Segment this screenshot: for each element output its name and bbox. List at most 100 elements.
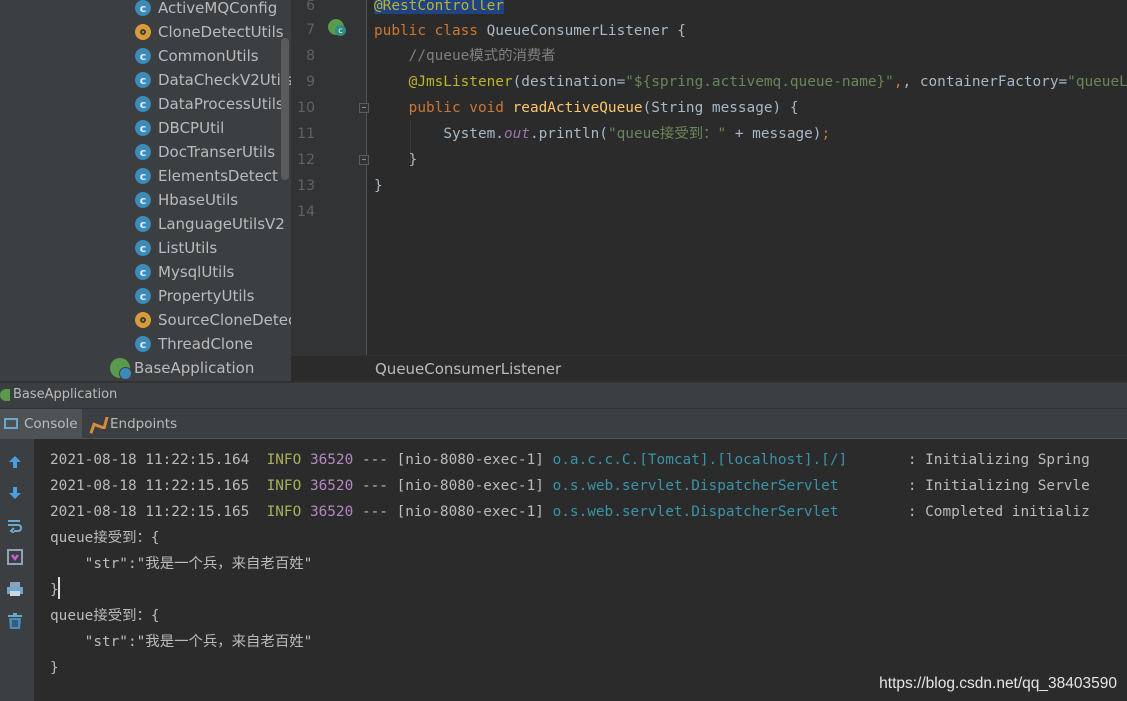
- class-icon: c: [135, 240, 151, 256]
- code-line-8: //queue模式的消费者: [408, 48, 556, 64]
- tree-item[interactable]: c LanguageUtilsV2: [135, 212, 285, 236]
- tree-item-base-application[interactable]: BaseApplication: [110, 356, 254, 380]
- tree-item-label: CommonUtils: [158, 47, 259, 65]
- console-output[interactable]: 2021-08-18 11:22:15.164 INFO 36520 --- […: [34, 439, 1127, 701]
- fold-marker-icon[interactable]: [359, 103, 369, 113]
- log-logger: o.a.c.c.C.[Tomcat].[localhost].[/]: [552, 452, 900, 468]
- console-message-line: "str":"我是一个兵，来自老百姓": [50, 556, 313, 572]
- console-message-line: queue接受到：{: [50, 530, 160, 546]
- soft-wrap-icon: [8, 520, 23, 533]
- class-icon: c: [135, 216, 151, 232]
- tree-item[interactable]: c MysqlUtils: [135, 260, 234, 284]
- tree-item[interactable]: c ListUtils: [135, 236, 217, 260]
- run-config-icon: [0, 389, 10, 401]
- tab-console[interactable]: Console: [0, 409, 82, 438]
- fold-marker-icon[interactable]: [359, 155, 369, 165]
- tree-item-label: CloneDetectUtils: [158, 23, 284, 41]
- tree-item[interactable]: c PropertyUtils: [135, 284, 254, 308]
- editor-gutter: 6 7 8 9 10 11 12 13 14: [291, 0, 369, 355]
- class-icon: c: [135, 72, 151, 88]
- tree-item-label: ListUtils: [158, 239, 218, 257]
- class-icon: c: [135, 192, 151, 208]
- line-number: 9: [306, 74, 315, 90]
- code-line-7: public class QueueConsumerListener {: [374, 23, 686, 39]
- editor-breadcrumb[interactable]: QueueConsumerListener: [291, 355, 1127, 382]
- log-sep: ---: [361, 452, 388, 468]
- console-toolbar: [0, 439, 35, 701]
- print-button[interactable]: [5, 579, 25, 599]
- log-time: 2021-08-18 11:22:15.165: [50, 478, 250, 494]
- log-line: 2021-08-18 11:22:15.164 INFO 36520 --- […: [50, 450, 1090, 470]
- tree-item[interactable]: c HbaseUtils: [135, 188, 238, 212]
- log-time: 2021-08-18 11:22:15.165: [50, 504, 250, 520]
- tree-item-label: PropertyUtils: [158, 287, 255, 305]
- log-level: INFO: [266, 452, 302, 468]
- soft-wrap-button[interactable]: [5, 515, 25, 535]
- tree-item[interactable]: c ThreadClone: [135, 332, 253, 356]
- log-logger: o.s.web.servlet.DispatcherServlet: [552, 478, 900, 494]
- scroll-up-button[interactable]: [5, 452, 25, 472]
- spring-boot-icon: [110, 358, 132, 380]
- code-line-12: }: [408, 152, 418, 168]
- tree-item[interactable]: CloneDetectUtils: [135, 20, 284, 44]
- scroll-to-end-icon: [7, 549, 23, 565]
- tree-item-label: LanguageUtilsV2: [158, 215, 285, 233]
- tree-item[interactable]: c DocTranserUtils: [135, 140, 275, 164]
- scroll-to-end-button[interactable]: [5, 547, 25, 567]
- tree-item-label: DBCPUtil: [158, 119, 225, 137]
- class-icon: c: [135, 96, 151, 112]
- log-thread: [nio-8080-exec-1]: [396, 478, 544, 494]
- tree-item[interactable]: SourceCloneDetec: [135, 308, 291, 332]
- project-tree-scrollbar[interactable]: [281, 38, 289, 180]
- tree-item[interactable]: c DataProcessUtils: [135, 92, 284, 116]
- tree-item[interactable]: c DBCPUtil: [135, 116, 224, 140]
- tab-endpoints[interactable]: Endpoints: [84, 409, 184, 438]
- run-window-title: BaseApplication: [13, 387, 118, 402]
- print-icon: [7, 582, 23, 596]
- tree-item[interactable]: c ElementsDetect: [135, 164, 278, 188]
- util-class-icon: [135, 312, 151, 328]
- endpoints-icon: [90, 416, 106, 432]
- log-time: 2021-08-18 11:22:15.164: [50, 452, 250, 468]
- tree-item[interactable]: c DataCheckV2Utils: [135, 68, 291, 92]
- line-number: 10: [297, 100, 315, 116]
- tree-item[interactable]: c ActiveMQConfig: [135, 0, 277, 20]
- run-window-header[interactable]: BaseApplication: [0, 383, 1127, 409]
- tree-item-label: BaseApplication: [134, 359, 255, 377]
- code-line-13: }: [374, 178, 383, 194]
- class-icon: c: [135, 288, 151, 304]
- line-number: 14: [297, 204, 315, 220]
- tree-item[interactable]: c CommonUtils: [135, 44, 259, 68]
- trash-icon: [8, 613, 22, 629]
- project-tree: c ActiveMQConfig CloneDetectUtils c CommonUt…: [0, 0, 291, 381]
- code-line-6: @RestController: [374, 0, 504, 14]
- tree-item-label: ElementsDetect: [158, 167, 278, 185]
- text-caret: [58, 577, 60, 599]
- run-window-tabs: Console Endpoints: [0, 409, 1127, 439]
- console-message-line: queue接受到：{: [50, 608, 160, 624]
- arrow-down-icon: [9, 487, 21, 499]
- log-sep: ---: [361, 504, 388, 520]
- code-editor[interactable]: 6 7 8 9 10 11 12 13 14 @RestController p…: [291, 0, 1127, 355]
- console-message-line: }: [50, 660, 59, 676]
- code-line-11: System.out.println("queue接受到：" + message…: [443, 126, 831, 142]
- tree-item-label: ThreadClone: [158, 335, 254, 353]
- scroll-down-button[interactable]: [5, 483, 25, 503]
- util-class-icon: [135, 24, 151, 40]
- watermark: https://blog.csdn.net/qq_38403590: [879, 675, 1117, 692]
- spring-bean-gutter-icon[interactable]: [328, 19, 346, 36]
- log-thread: [nio-8080-exec-1]: [396, 504, 544, 520]
- tree-item-label: DataCheckV2Utils: [158, 71, 291, 89]
- log-msg: : Initializing Servle: [907, 478, 1090, 494]
- arrow-up-icon: [9, 456, 21, 468]
- code-line-10: public void readActiveQueue(String messa…: [408, 100, 799, 116]
- tree-item-label: SourceCloneDetec: [158, 311, 291, 329]
- log-thread: [nio-8080-exec-1]: [396, 452, 544, 468]
- clear-all-button[interactable]: [5, 611, 25, 631]
- class-icon: c: [135, 120, 151, 136]
- tree-item-label: DataProcessUtils: [158, 95, 284, 113]
- tree-item-label: DocTranserUtils: [158, 143, 276, 161]
- tree-item-label: HbaseUtils: [158, 191, 239, 209]
- line-number: 7: [306, 22, 315, 38]
- log-pid: 36520: [309, 504, 354, 520]
